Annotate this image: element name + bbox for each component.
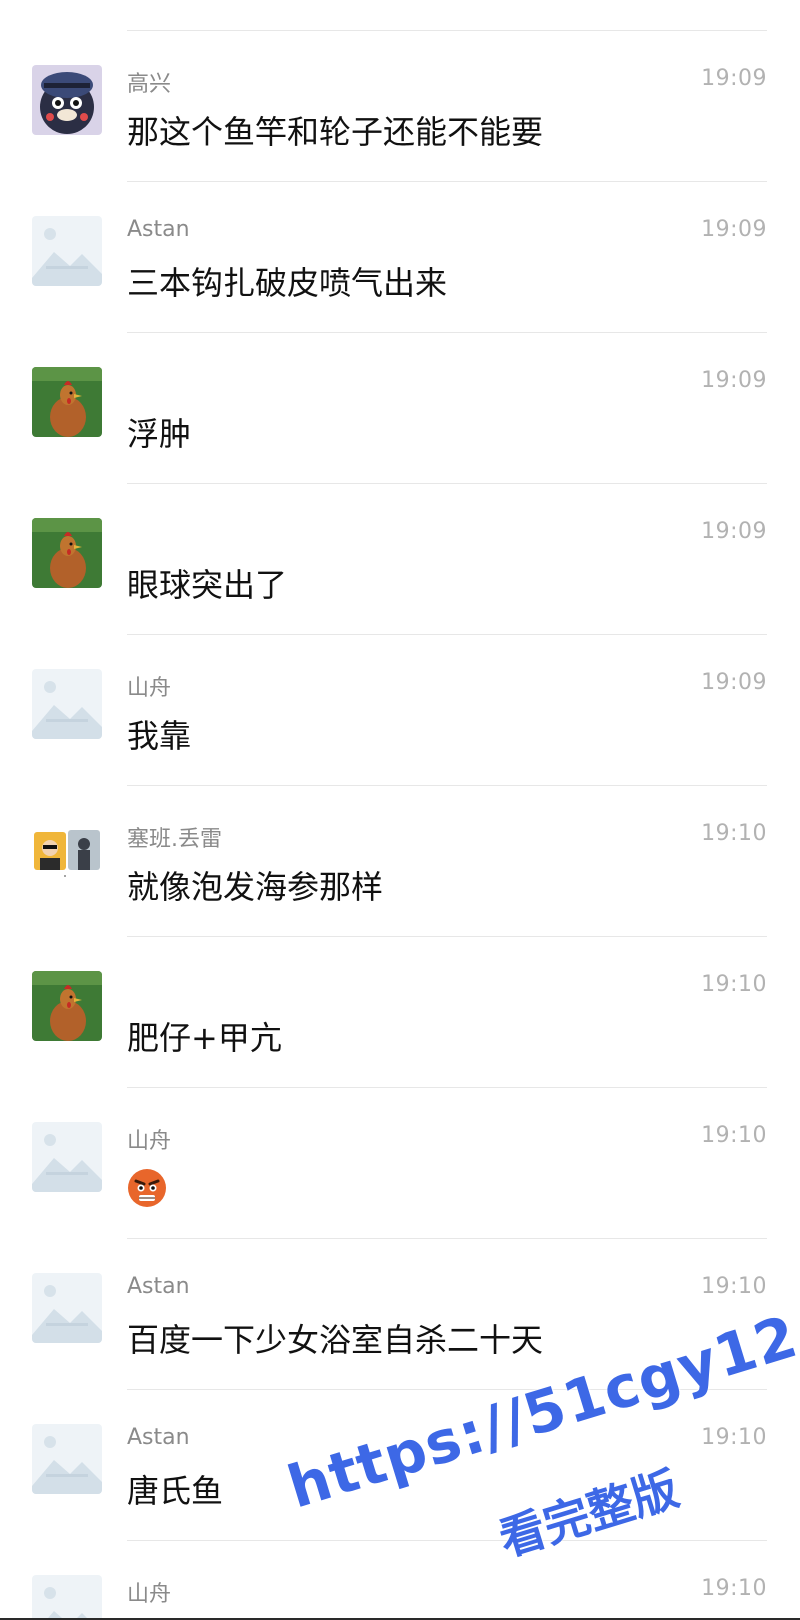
chicken-avatar-icon[interactable]	[32, 518, 102, 588]
message-time: 19:09	[701, 368, 767, 393]
sender-name: Astan	[127, 1425, 190, 1450]
message-time: 19:09	[701, 66, 767, 91]
sender-name: 山舟	[127, 676, 172, 701]
message-text[interactable]: 百度一下少女浴室自杀二十天	[127, 1315, 543, 1361]
sender-name: 高兴	[127, 72, 172, 97]
message-time: 19:10	[701, 821, 767, 846]
placeholder-image-avatar-icon[interactable]	[32, 1273, 102, 1343]
chat-message-row[interactable]: 山舟 19:10	[0, 1541, 800, 1620]
chat-message-row[interactable]: 高兴 19:09 那这个鱼竿和轮子还能不能要	[0, 31, 800, 182]
placeholder-image-avatar-icon[interactable]	[32, 1424, 102, 1494]
chat-message-row[interactable]: 19:10 肥仔+甲亢	[0, 937, 800, 1088]
message-time: 19:09	[701, 217, 767, 242]
placeholder-image-avatar-icon[interactable]	[32, 216, 102, 286]
sender-name: Astan	[127, 1274, 190, 1299]
message-time: 19:10	[701, 1123, 767, 1148]
message-time: 19:10	[701, 1274, 767, 1299]
placeholder-image-avatar-icon[interactable]	[32, 1575, 102, 1620]
chicken-avatar-icon[interactable]	[32, 367, 102, 437]
sender-name: Astan	[127, 217, 190, 242]
chat-message-row[interactable]: 山舟 19:09 我靠	[0, 635, 800, 786]
message-text[interactable]: 就像泡发海参那样	[127, 862, 383, 908]
message-time: 19:09	[701, 519, 767, 544]
chicken-avatar-icon[interactable]	[32, 971, 102, 1041]
angry-face-emoji-icon[interactable]	[127, 1168, 167, 1208]
message-text[interactable]: 那这个鱼竿和轮子还能不能要	[127, 107, 543, 153]
message-text[interactable]: 唐氏鱼	[127, 1466, 223, 1512]
sender-name: 山舟	[127, 1129, 172, 1154]
cartoon-bear-avatar-icon[interactable]	[32, 65, 102, 135]
message-time: 19:10	[701, 1425, 767, 1450]
message-text[interactable]: 眼球突出了	[127, 560, 287, 606]
chat-message-row[interactable]: 塞班.丢雷 19:10 就像泡发海参那样	[0, 786, 800, 937]
chat-message-row[interactable]: Astan 19:09 三本钩扎破皮喷气出来	[0, 182, 800, 333]
group-photo-avatar-icon[interactable]	[32, 820, 102, 890]
chat-message-row[interactable]: 19:09 眼球突出了	[0, 484, 800, 635]
message-text[interactable]: 三本钩扎破皮喷气出来	[127, 258, 447, 304]
placeholder-image-avatar-icon[interactable]	[32, 669, 102, 739]
message-text[interactable]: 肥仔+甲亢	[127, 1013, 282, 1059]
message-time: 19:10	[701, 1576, 767, 1601]
message-time: 19:10	[701, 972, 767, 997]
message-text[interactable]: 浮肿	[127, 409, 191, 455]
chat-message-row[interactable]: Astan 19:10 唐氏鱼	[0, 1390, 800, 1541]
sender-name: 塞班.丢雷	[127, 827, 222, 852]
chat-message-row[interactable]: 山舟 19:10	[0, 1088, 800, 1239]
chat-message-row[interactable]: 19:09 浮肿	[0, 333, 800, 484]
chat-message-row[interactable]: Astan 19:10 百度一下少女浴室自杀二十天	[0, 1239, 800, 1390]
placeholder-image-avatar-icon[interactable]	[32, 1122, 102, 1192]
sender-name: 山舟	[127, 1582, 172, 1607]
message-time: 19:09	[701, 670, 767, 695]
message-text[interactable]: 我靠	[127, 711, 191, 757]
